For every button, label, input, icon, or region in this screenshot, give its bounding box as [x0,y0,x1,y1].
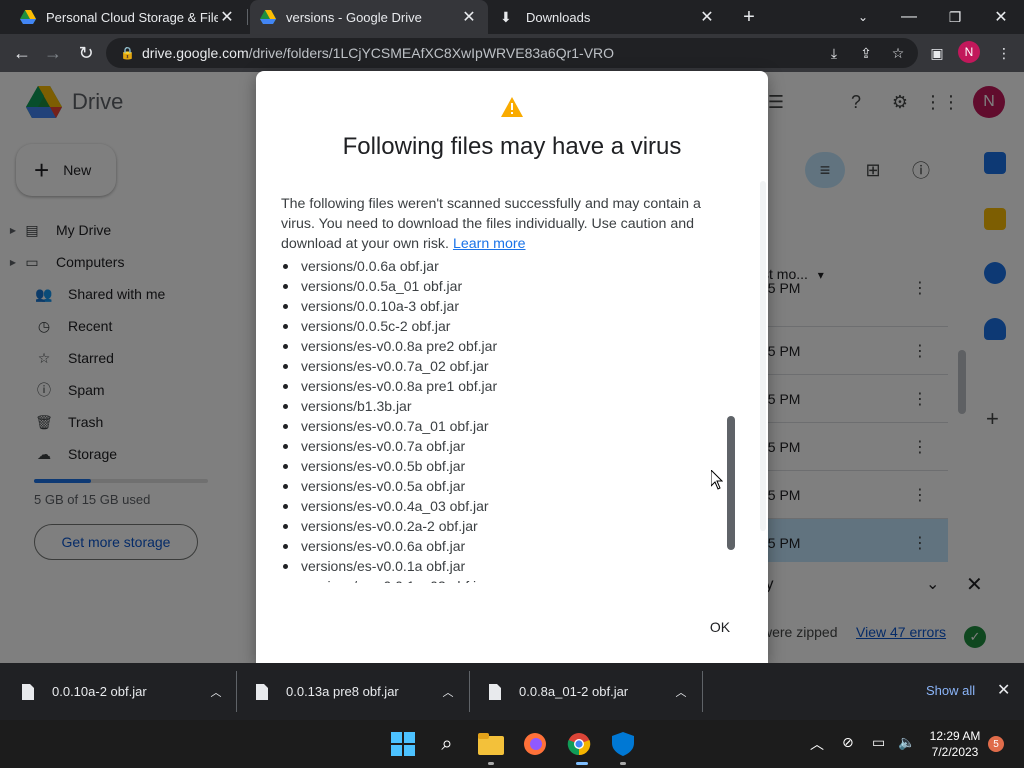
address-bar[interactable]: 🔒 drive.google.com/drive/folders/1LCjYCS… [106,38,918,68]
notification-badge[interactable]: 5 [988,736,1004,752]
tab-title: Personal Cloud Storage & File Sh [46,9,218,25]
flagged-file-item: versions/es-v0.0.5b obf.jar [280,456,497,476]
system-clock[interactable]: 12:29 AM 7/2/2023 [924,728,986,760]
flagged-file-item: versions/es-v0.0.5a obf.jar [280,476,497,496]
file-icon [256,683,268,700]
windows-taskbar: ⌕ ︿ ⊘ ▭ 🔈 12:29 AM 7/2/2023 5 [0,720,1024,768]
file-icon [22,683,34,700]
profile-avatar[interactable]: N [958,41,980,63]
flagged-file-item: versions/0.0.5c-2 obf.jar [280,316,497,336]
flagged-file-item: versions/es-v0.0.1a_03 obf.jar [280,576,497,583]
virus-warning-dialog: Following files may have a virus The fol… [256,71,768,663]
close-tab-icon[interactable]: ✕ [698,7,716,27]
tab-separator [247,9,248,25]
windows-start-icon[interactable] [389,730,417,758]
mouse-cursor-icon [711,470,723,490]
more-menu-icon[interactable]: ⋮ [990,39,1018,67]
flagged-file-ul: versions/0.0.6a obf.jar versions/0.0.5a_0… [280,261,497,583]
flagged-file-item: versions/es-v0.0.8a pre2 obf.jar [280,336,497,356]
flagged-file-item: versions/b1.3b.jar [280,396,497,416]
file-list-scrollbar-thumb[interactable] [727,416,735,550]
google-drive-favicon-icon [260,10,276,24]
running-indicator [488,762,494,765]
clock-date: 7/2/2023 [931,745,979,759]
close-shelf-icon[interactable]: ✕ [997,680,1010,700]
chevron-up-icon[interactable]: ︿ [438,684,458,700]
flagged-file-item: versions/es-v0.0.6a obf.jar [280,536,497,556]
flagged-file-item: versions/es-v0.0.2a-2 obf.jar [280,516,497,536]
new-tab-button[interactable]: + [726,0,772,34]
install-app-icon[interactable]: ⤓ [820,39,848,67]
windows-logo-icon [391,732,415,756]
flagged-file-item: versions/0.0.5a_01 obf.jar [280,276,497,296]
tab-search-icon[interactable]: ⌄ [840,0,886,34]
flagged-file-item: versions/es-v0.0.7a_02 obf.jar [280,356,497,376]
side-panel-icon[interactable]: ▣ [923,39,951,67]
download-shelf: 0.0.10a-2 obf.jar ︿ 0.0.13a pre8 obf.jar… [0,663,1024,720]
flagged-file-item: versions/es-v0.0.8a pre1 obf.jar [280,376,497,396]
tab-downloads[interactable]: ⬇ Downloads ✕ [490,0,726,34]
url-text: drive.google.com/drive/folders/1LCjYCSME… [142,45,615,61]
show-hidden-icons-icon[interactable]: ︿ [810,734,824,754]
file-explorer-icon[interactable] [477,730,505,758]
active-app-indicator [576,762,588,765]
search-icon[interactable]: ⌕ [433,730,461,758]
file-icon [489,683,501,700]
chevron-up-icon[interactable]: ︿ [671,684,691,700]
flagged-file-list[interactable]: versions/0.0.6a obf.jar versions/0.0.5a_0… [280,261,720,583]
windows-defender-icon[interactable] [609,730,637,758]
display-icon[interactable]: ▭ [872,734,885,751]
tab-title: Downloads [526,9,591,25]
learn-more-link[interactable]: Learn more [453,236,526,252]
running-indicator [620,762,626,765]
dialog-scrollbar-track[interactable] [760,181,766,531]
forward-icon[interactable]: → [38,38,68,68]
browser-tab-strip: Personal Cloud Storage & File Sh ✕ versi… [0,0,1024,34]
bookmark-star-icon[interactable]: ☆ [884,39,912,67]
warning-icon [501,97,523,117]
close-window-icon[interactable]: ✕ [978,0,1024,34]
flagged-file-item: versions/es-v0.0.7a obf.jar [280,436,497,456]
download-item[interactable]: 0.0.13a pre8 obf.jar ︿ [256,663,458,720]
dialog-description: The following files weren't scanned succ… [281,196,701,252]
volume-icon[interactable]: 🔈 [898,734,915,751]
google-drive-favicon-icon [20,10,36,24]
back-icon[interactable]: ← [7,38,37,68]
shelf-separator [469,671,470,712]
dialog-title: Following files may have a virus [342,133,682,160]
chevron-up-icon[interactable]: ︿ [206,684,226,700]
flagged-file-item: versions/es-v0.0.7a_01 obf.jar [280,416,497,436]
chrome-icon[interactable] [565,730,593,758]
flagged-file-item: versions/0.0.10a-3 obf.jar [280,296,497,316]
firefox-icon[interactable] [521,730,549,758]
lock-icon: 🔒 [120,46,135,60]
download-item[interactable]: 0.0.8a_01-2 obf.jar ︿ [489,663,691,720]
tab-personal-cloud-storage[interactable]: Personal Cloud Storage & File Sh ✕ [10,0,246,34]
minimize-icon[interactable]: — [886,0,932,34]
flagged-file-item: versions/0.0.6a obf.jar [280,261,497,276]
tab-versions-google-drive[interactable]: versions - Google Drive ✕ [250,0,488,34]
flagged-file-item: versions/es-v0.0.1a obf.jar [280,556,497,576]
restore-window-icon[interactable]: ❐ [932,0,978,34]
show-all-downloads-button[interactable]: Show all [926,683,975,698]
clock-time: 12:29 AM [929,729,981,743]
flagged-file-item: versions/es-v0.0.4a_03 obf.jar [280,496,497,516]
network-status-icon[interactable]: ⊘ [842,734,854,751]
close-tab-icon[interactable]: ✕ [460,7,478,27]
download-icon: ⬇ [500,9,512,25]
share-icon[interactable]: ⇪ [852,39,880,67]
tab-title: versions - Google Drive [286,9,422,25]
shelf-separator [236,671,237,712]
shelf-separator [702,671,703,712]
close-tab-icon[interactable]: ✕ [218,7,236,27]
ok-button[interactable]: OK [698,612,742,642]
browser-toolbar: ← → ↻ 🔒 drive.google.com/drive/folders/1… [0,34,1024,72]
reload-icon[interactable]: ↻ [71,38,101,68]
download-item[interactable]: 0.0.10a-2 obf.jar ︿ [22,663,226,720]
